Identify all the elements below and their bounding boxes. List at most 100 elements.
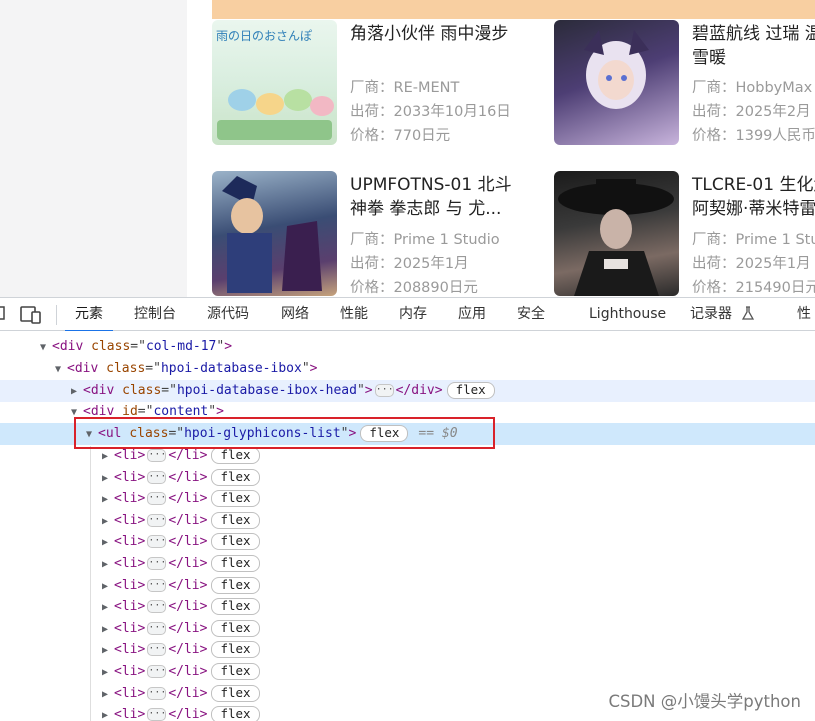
tab-elements[interactable]: 元素 [65,298,113,332]
collapse-triangle-icon[interactable]: ▶ [102,511,112,533]
product-card[interactable]: 碧蓝航线 过瑞 温 雪暖 厂商：HobbyMax 出荷：2025年2月 价格：1… [554,20,815,150]
flex-badge[interactable]: flex [211,598,260,616]
flex-badge[interactable]: flex [211,706,260,721]
flex-badge[interactable]: flex [211,684,260,702]
collapse-triangle-icon[interactable]: ▶ [102,446,112,468]
ellipsis-icon[interactable]: ··· [147,492,166,506]
product-price: 价格：208890日元 [350,280,478,296]
dom-node-col-md-17[interactable]: ▼ <div class="col-md-17"> [0,336,815,358]
collapse-triangle-icon[interactable]: ▶ [102,532,112,554]
flex-badge[interactable]: flex [211,533,260,551]
product-thumbnail[interactable] [554,171,679,296]
product-title-line2[interactable]: 神拳 拳志郎 与 尤... [350,197,540,221]
tab-security[interactable]: 安全 [517,298,545,331]
tab-console[interactable]: 控制台 [134,298,176,331]
ellipsis-icon[interactable]: ··· [147,708,166,721]
collapse-triangle-icon[interactable]: ▶ [102,619,112,641]
flex-badge[interactable]: flex [211,555,260,572]
collapse-triangle-icon[interactable]: ▶ [102,684,112,706]
flex-badge[interactable]: flex [211,490,260,508]
dom-node-li[interactable]: ▶ <li> ··· </li> flex [0,639,815,661]
flex-badge[interactable]: flex [211,511,260,529]
dom-node-ibox[interactable]: ▼ <div class="hpoi-database-ibox"> [0,358,815,380]
product-title-line1[interactable]: UPMFOTNS-01 北斗 [350,173,540,197]
product-price: 价格：1399人民币 [692,128,815,144]
devtools-tabbar: 元素 控制台 源代码 网络 性能 内存 应用 安全 Lighthouse 记录器… [0,297,815,332]
collapse-triangle-icon[interactable]: ▶ [102,662,112,684]
tab-recorder[interactable]: 记录器 [690,298,755,332]
ellipsis-icon[interactable]: ··· [147,643,166,657]
tab-performance-insights[interactable]: 性 [797,298,811,331]
collapse-triangle-icon[interactable]: ▶ [102,576,112,598]
collapse-triangle-icon[interactable]: ▶ [102,640,112,662]
collapse-triangle-icon[interactable]: ▶ [102,468,112,490]
product-release: 出荷：2025年1月 [350,256,469,272]
product-title-line1[interactable]: 碧蓝航线 过瑞 温 [692,22,815,46]
dom-node-li[interactable]: ▶ <li> ··· </li> flex [0,553,815,575]
watermark: CSDN @小馒头学python [608,692,801,711]
flex-badge[interactable]: flex [211,468,260,486]
dom-node-li[interactable]: ▶ <li> ··· </li> flex [0,618,815,640]
tab-application[interactable]: 应用 [458,298,486,331]
product-thumbnail[interactable] [554,20,679,145]
collapse-triangle-icon[interactable]: ▶ [102,597,112,619]
product-maker: 厂商：Prime 1 Studio [692,232,815,248]
dom-node-li[interactable]: ▶ <li> ··· </li> flex [0,510,815,532]
flex-badge[interactable]: flex [211,447,260,464]
flex-badge[interactable]: flex [446,382,495,399]
ellipsis-icon[interactable]: ··· [147,686,166,700]
ellipsis-icon[interactable]: ··· [147,600,166,614]
flex-badge[interactable]: flex [211,576,260,594]
ellipsis-icon[interactable]: ··· [147,470,166,484]
ellipsis-icon[interactable]: ··· [147,513,166,527]
dom-node-li[interactable]: ▶ <li> ··· </li> flex [0,531,815,553]
thumbnail-title: 雨の日のおさんぽ [216,29,312,43]
page-preview: 雨の日のおさんぽ 角落小伙伴 雨中漫步 厂商：RE-MENT 出荷：2033年1… [0,0,815,297]
collapse-triangle-icon[interactable]: ▶ [102,489,112,511]
product-maker: 厂商：Prime 1 Studio [350,232,500,248]
dom-node-li[interactable]: ▶ <li> ··· </li> flex [0,661,815,683]
ellipsis-icon[interactable]: ··· [147,578,166,592]
product-title[interactable]: 角落小伙伴 雨中漫步 [350,22,540,46]
tab-network[interactable]: 网络 [281,298,309,331]
expand-triangle-icon[interactable]: ▼ [55,359,65,381]
tree-indent-guide [90,446,91,721]
flask-icon [742,300,755,332]
ellipsis-icon[interactable]: ··· [147,665,166,678]
product-release: 出荷：2025年2月 [692,104,811,120]
product-title-line1[interactable]: TLCRE-01 生化危 [692,173,815,197]
dom-node-li[interactable]: ▶ <li> ··· </li> flex [0,488,815,510]
collapse-triangle-icon[interactable]: ▶ [71,381,81,403]
device-toggle-icon[interactable] [20,306,42,328]
flex-badge[interactable]: flex [211,641,260,659]
ellipsis-icon[interactable]: ··· [147,535,166,549]
ellipsis-icon[interactable]: ··· [147,449,166,462]
tab-sources[interactable]: 源代码 [207,298,249,331]
ellipsis-icon[interactable]: ··· [147,557,166,570]
dom-node-ibox-head[interactable]: ▶ <div class="hpoi-database-ibox-head"> ··… [0,380,815,402]
flex-badge[interactable]: flex [211,619,260,637]
tabbar-separator [56,305,57,325]
product-thumbnail[interactable] [212,171,337,296]
collapse-triangle-icon[interactable]: ▶ [102,554,112,576]
product-card[interactable]: TLCRE-01 生化危 阿契娜·蒂米特雷 厂商：Prime 1 Studio … [554,171,815,297]
product-title-line2[interactable]: 阿契娜·蒂米特雷 [692,197,815,221]
annotation-highlight-box [74,417,495,449]
tab-performance[interactable]: 性能 [340,298,368,331]
elements-tree: ▼ <div class="col-md-17"> ▼ <div class="hp… [0,331,815,721]
dom-node-li[interactable]: ▶ <li> ··· </li> flex [0,596,815,618]
product-title-line2[interactable]: 雪暖 [692,46,815,70]
inspect-icon[interactable] [0,305,8,327]
tab-lighthouse[interactable]: Lighthouse [589,298,666,331]
dom-node-li[interactable]: ▶ <li> ··· </li> flex [0,467,815,489]
ellipsis-icon[interactable]: ··· [147,621,166,635]
product-card[interactable]: 雨の日のおさんぽ 角落小伙伴 雨中漫步 厂商：RE-MENT 出荷：2033年1… [212,20,542,150]
dom-node-li[interactable]: ▶ <li> ··· </li> flex [0,575,815,597]
expand-triangle-icon[interactable]: ▼ [40,337,50,359]
product-card[interactable]: UPMFOTNS-01 北斗 神拳 拳志郎 与 尤... 厂商：Prime 1 … [212,171,542,297]
collapse-triangle-icon[interactable]: ▶ [102,705,112,721]
ellipsis-icon[interactable]: ··· [374,384,394,397]
product-thumbnail[interactable]: 雨の日のおさんぽ [212,20,337,145]
tab-memory[interactable]: 内存 [399,298,427,331]
flex-badge[interactable]: flex [211,663,260,680]
